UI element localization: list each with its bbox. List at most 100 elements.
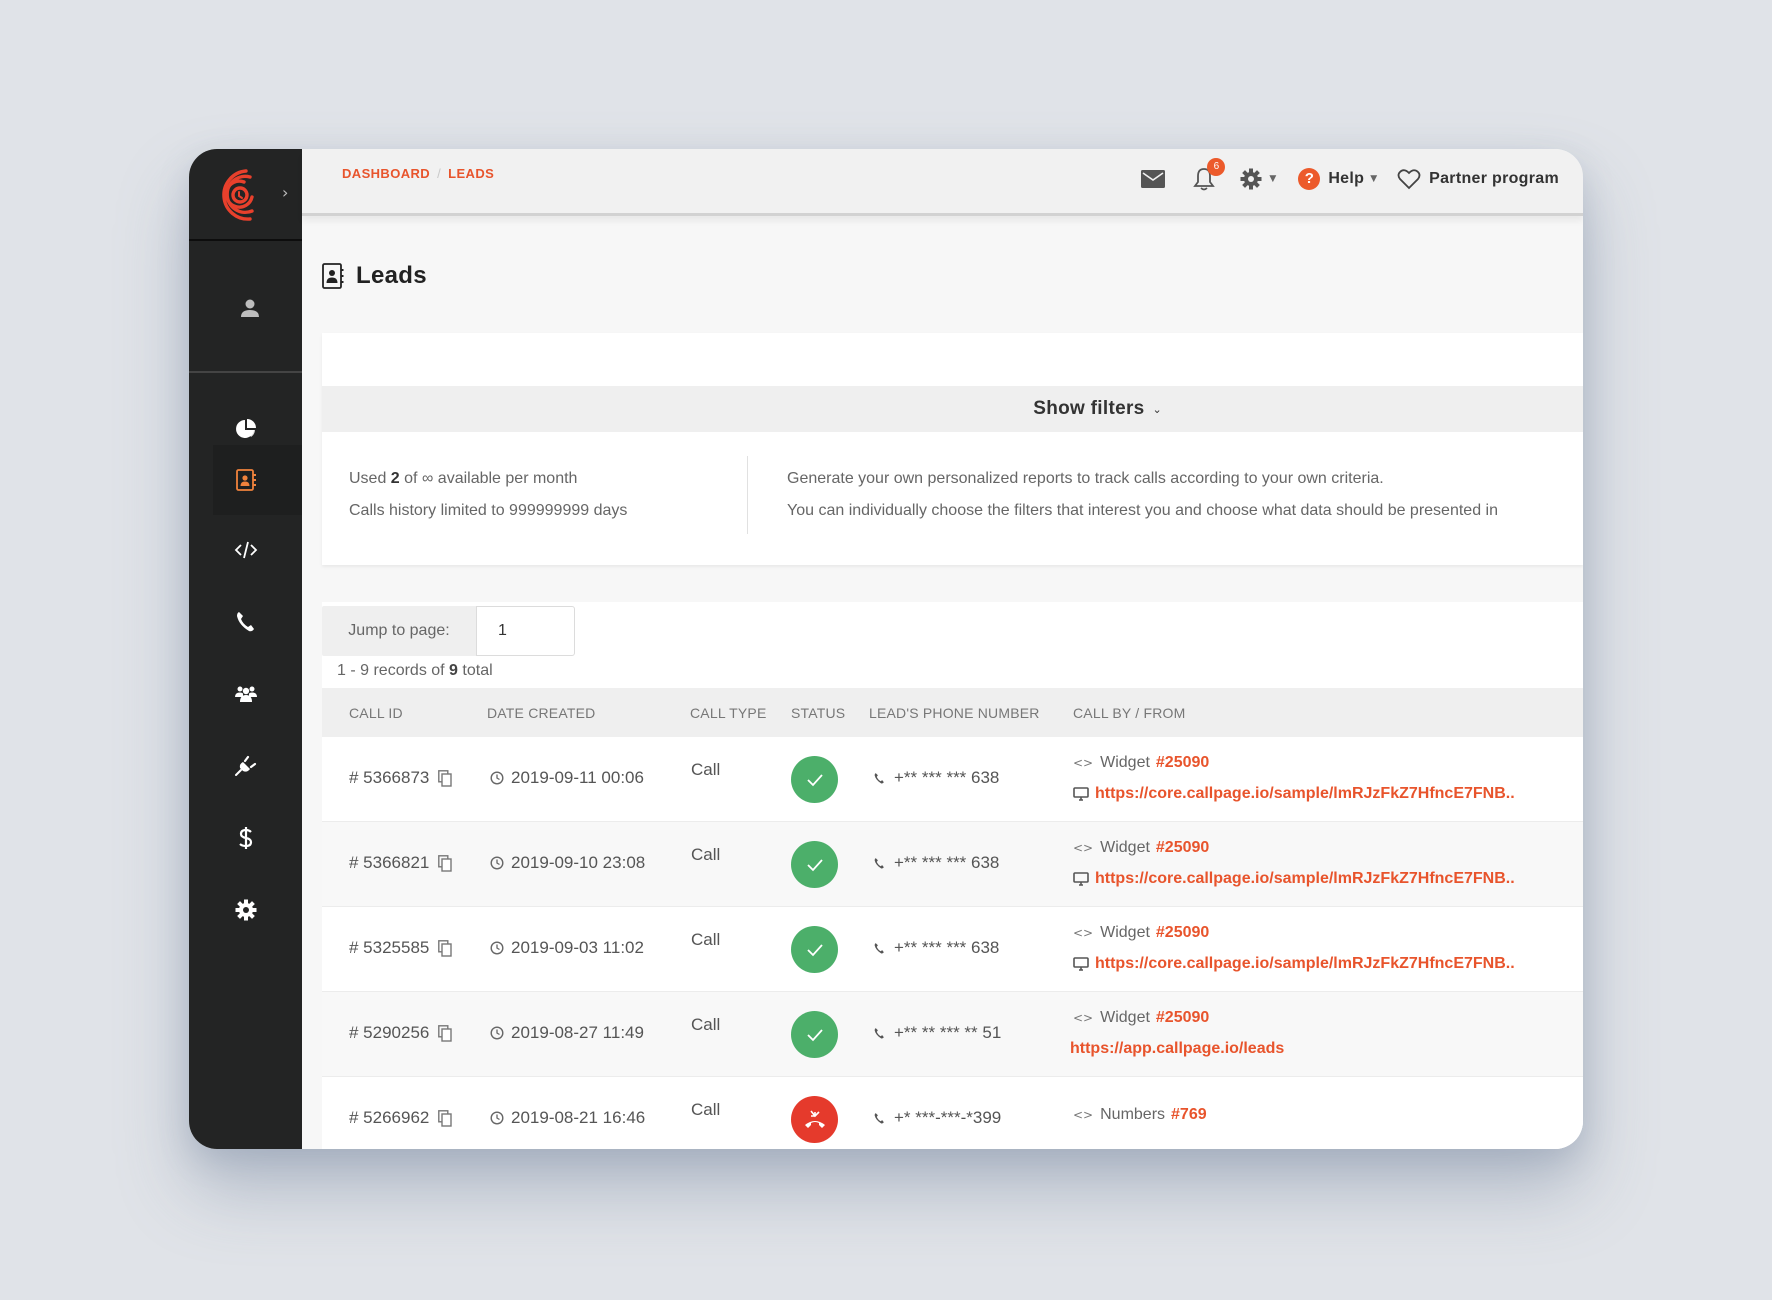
column-header-call-id[interactable]: CALL ID [349,705,403,721]
notifications-button[interactable]: 6 [1193,158,1226,191]
sidebar-expand-chevron-icon[interactable]: › [282,183,288,202]
check-icon [806,773,823,786]
source-name: Widget [1100,1009,1150,1026]
source-id-link[interactable]: #769 [1171,1106,1207,1124]
code-icon: <> [1073,756,1094,770]
lead-phone-number: +** *** *** 638 [894,853,1000,872]
table-row[interactable]: # 5290256 2019-08-27 11:49 Call +** ** *… [322,992,1583,1077]
caret-down-icon: ▼ [1370,174,1378,184]
callpage-logo-icon[interactable] [216,167,264,223]
copy-icon[interactable] [438,769,453,787]
call-id-cell: # 5290256 [349,1023,453,1043]
settings-dropdown[interactable]: ▼ [1239,167,1276,191]
call-id: # 5290256 [349,1023,430,1042]
app-window: › DASHBOARD / LEADS 6 ▼ ? Help ▼ Partner… [189,149,1583,1149]
call-by-cell: <> Numbers #769 [1073,1105,1207,1125]
column-header-call-by[interactable]: CALL BY / FROM [1073,705,1186,721]
date-created-cell: 2019-08-27 11:49 [490,1023,644,1043]
source-url-line: https://core.callpage.io/sample/lmRJzFkZ… [1073,954,1515,974]
source-url-link[interactable]: https://core.callpage.io/sample/lmRJzFkZ… [1095,870,1515,888]
call-source: <> Widget #25090 [1073,753,1515,773]
page-title: Leads [322,262,427,290]
breadcrumb-leads[interactable]: LEADS [448,166,494,181]
clock-icon [490,771,504,785]
messages-button[interactable] [1141,170,1166,188]
phone-icon [874,942,884,954]
monitor-icon [1073,787,1089,801]
users-icon [234,686,257,702]
partner-program-link[interactable]: Partner program [1397,168,1559,190]
table-row[interactable]: # 5266962 2019-08-21 16:46 Call +* ***-*… [322,1077,1583,1149]
date-created-cell: 2019-08-21 16:46 [490,1108,645,1128]
caret-down-icon: ▼ [1269,174,1277,184]
filters-card: Show filters ⌄ Used 2 of ∞ available per… [322,333,1583,565]
jump-to-page-input[interactable] [476,606,575,656]
sidebar-item-widget-code[interactable] [189,515,302,585]
sidebar-item-calls[interactable] [189,587,302,657]
help-dropdown[interactable]: ? Help ▼ [1298,168,1377,190]
source-url-link[interactable]: https://core.callpage.io/sample/lmRJzFkZ… [1095,785,1515,803]
copy-icon[interactable] [438,854,453,872]
date-created-cell: 2019-09-11 00:06 [490,768,644,788]
call-id: # 5325585 [349,938,430,957]
source-id-link[interactable]: #25090 [1156,1009,1209,1027]
copy-icon[interactable] [438,939,453,957]
plug-icon [234,755,256,776]
profile-area[interactable] [189,243,302,373]
sidebar-item-leads[interactable] [213,445,302,515]
pie-chart-icon [235,419,256,438]
sidebar-item-integrations[interactable] [189,731,302,801]
clock-icon [490,1111,504,1125]
source-url-line: https://core.callpage.io/sample/lmRJzFkZ… [1073,784,1515,804]
phone-icon [874,1027,884,1039]
copy-icon[interactable] [438,1024,453,1042]
breadcrumb-dashboard[interactable]: DASHBOARD [342,166,430,181]
usage-used-value: 2 [390,470,400,487]
table-row[interactable]: # 5366873 2019-09-11 00:06 Call +** *** … [322,737,1583,822]
table-row[interactable]: # 5366821 2019-09-10 23:08 Call +** *** … [322,822,1583,907]
source-id-link[interactable]: #25090 [1156,754,1209,772]
heart-icon [1397,169,1421,190]
call-type: Call [691,760,721,779]
phone-icon [874,1112,884,1124]
monitor-icon [1073,872,1089,886]
source-url-link[interactable]: https://core.callpage.io/sample/lmRJzFkZ… [1095,955,1515,973]
call-id: # 5366873 [349,768,430,787]
lead-phone-number: +** ** *** ** 51 [894,1023,1002,1042]
sidebar: › [189,149,302,1149]
call-source: <> Widget #25090 [1073,1008,1284,1028]
breadcrumb: DASHBOARD / LEADS [342,166,494,181]
gear-icon [1240,168,1262,190]
column-header-date-created[interactable]: DATE CREATED [487,705,595,721]
date-created: 2019-08-27 11:49 [511,1023,644,1042]
source-name: Widget [1100,754,1150,771]
user-profile-icon[interactable] [239,297,261,319]
date-created-cell: 2019-09-03 11:02 [490,938,644,958]
sidebar-item-team[interactable] [189,659,302,729]
column-header-status[interactable]: STATUS [791,705,845,721]
copy-icon[interactable] [438,1109,453,1127]
date-created: 2019-09-10 23:08 [511,853,646,872]
source-id-link[interactable]: #25090 [1156,839,1209,857]
column-header-phone[interactable]: LEAD'S PHONE NUMBER [869,705,1040,721]
column-header-call-type[interactable]: CALL TYPE [690,705,767,721]
help-label: Help [1328,170,1365,187]
source-url-link[interactable]: https://app.callpage.io/leads [1070,1040,1284,1058]
sidebar-item-settings[interactable] [189,875,302,945]
code-icon: <> [1073,1108,1094,1122]
gear-icon [235,899,256,921]
code-icon [234,541,257,559]
sidebar-item-billing[interactable] [189,803,302,873]
show-filters-button[interactable]: Show filters ⌄ [322,386,1583,432]
phone-cell: +** *** *** 638 [873,768,999,788]
lead-phone-number: +** *** *** 638 [894,938,1000,957]
table-row[interactable]: # 5325585 2019-09-03 11:02 Call +** *** … [322,907,1583,992]
phone-cell: +* ***-***-*399 [873,1108,1001,1128]
phone-cell: +** *** *** 638 [873,853,999,873]
status-answered-badge [791,841,838,888]
phone-icon [874,772,884,784]
source-id-link[interactable]: #25090 [1156,924,1209,942]
history-limit-line: Calls history limited to 999999999 days [349,502,628,519]
date-created: 2019-09-03 11:02 [511,938,644,957]
call-type: Call [691,1100,721,1119]
